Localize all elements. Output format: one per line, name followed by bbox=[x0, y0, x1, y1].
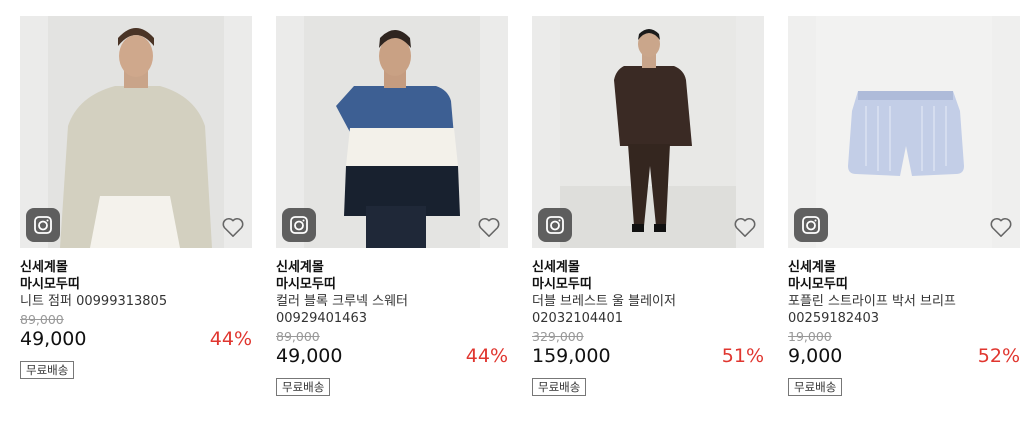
image-search-button[interactable] bbox=[794, 208, 828, 242]
product-grid: 신세계몰 마시모두띠 니트 점퍼 00999313805 89,000 49,0… bbox=[0, 0, 1028, 435]
free-shipping-badge: 무료배송 bbox=[788, 378, 843, 396]
heart-icon bbox=[222, 218, 244, 237]
store-label: 마시모두띠 bbox=[20, 277, 80, 292]
original-price: 89,000 bbox=[276, 329, 320, 344]
price-row: 49,000 44% bbox=[20, 327, 252, 351]
wishlist-button[interactable] bbox=[220, 214, 246, 240]
product-image[interactable] bbox=[788, 16, 1020, 248]
wishlist-button[interactable] bbox=[732, 214, 758, 240]
heart-icon bbox=[478, 218, 500, 237]
product-image[interactable] bbox=[532, 16, 764, 248]
free-shipping-badge: 무료배송 bbox=[20, 361, 75, 379]
sale-price: 49,000 bbox=[20, 328, 87, 350]
image-search-button[interactable] bbox=[282, 208, 316, 242]
camera-icon bbox=[34, 216, 52, 234]
heart-icon bbox=[734, 218, 756, 237]
brand-label: 신세계몰 bbox=[20, 260, 68, 275]
free-shipping-badge: 무료배송 bbox=[532, 378, 587, 396]
image-search-button[interactable] bbox=[26, 208, 60, 242]
price-row: 9,000 52% bbox=[788, 344, 1020, 368]
price-row: 159,000 51% bbox=[532, 344, 764, 368]
image-search-button[interactable] bbox=[538, 208, 572, 242]
wishlist-button[interactable] bbox=[988, 214, 1014, 240]
product-card[interactable]: 신세계몰 마시모두띠 더블 브레스트 울 블레이저 02032104401 32… bbox=[532, 16, 764, 396]
product-image[interactable] bbox=[276, 16, 508, 248]
price-row: 49,000 44% bbox=[276, 344, 508, 368]
free-shipping-badge: 무료배송 bbox=[276, 378, 331, 396]
product-name[interactable]: 더블 브레스트 울 블레이저 bbox=[532, 293, 764, 310]
product-card[interactable]: 신세계몰 마시모두띠 컬러 블록 크루넥 스웨터 00929401463 89,… bbox=[276, 16, 508, 396]
product-name[interactable]: 컬러 블록 크루넥 스웨터 bbox=[276, 293, 508, 310]
brand-label: 신세계몰 bbox=[788, 260, 836, 275]
heart-icon bbox=[990, 218, 1012, 237]
product-name[interactable]: 니트 점퍼 00999313805 bbox=[20, 293, 252, 310]
wishlist-button[interactable] bbox=[476, 214, 502, 240]
product-card[interactable]: 신세계몰 마시모두띠 니트 점퍼 00999313805 89,000 49,0… bbox=[20, 16, 252, 379]
sale-price: 159,000 bbox=[532, 345, 611, 367]
product-code: 00259182403 bbox=[788, 311, 879, 326]
product-card[interactable]: 신세계몰 마시모두띠 포플린 스트라이프 박서 브리프 00259182403 … bbox=[788, 16, 1020, 396]
brand-label: 신세계몰 bbox=[532, 260, 580, 275]
discount-rate: 44% bbox=[465, 345, 508, 367]
camera-icon bbox=[546, 216, 564, 234]
store-label: 마시모두띠 bbox=[276, 277, 336, 292]
store-label: 마시모두띠 bbox=[788, 277, 848, 292]
product-name[interactable]: 포플린 스트라이프 박서 브리프 bbox=[788, 293, 1020, 310]
sale-price: 9,000 bbox=[788, 345, 843, 367]
discount-rate: 44% bbox=[209, 328, 252, 350]
sale-price: 49,000 bbox=[276, 345, 343, 367]
product-code: 00929401463 bbox=[276, 311, 367, 326]
original-price: 329,000 bbox=[532, 329, 584, 344]
brand-label: 신세계몰 bbox=[276, 260, 324, 275]
discount-rate: 52% bbox=[977, 345, 1020, 367]
camera-icon bbox=[802, 216, 820, 234]
product-image[interactable] bbox=[20, 16, 252, 248]
camera-icon bbox=[290, 216, 308, 234]
discount-rate: 51% bbox=[721, 345, 764, 367]
store-label: 마시모두띠 bbox=[532, 277, 592, 292]
original-price: 89,000 bbox=[20, 312, 64, 327]
original-price: 19,000 bbox=[788, 329, 832, 344]
product-code: 02032104401 bbox=[532, 311, 623, 326]
